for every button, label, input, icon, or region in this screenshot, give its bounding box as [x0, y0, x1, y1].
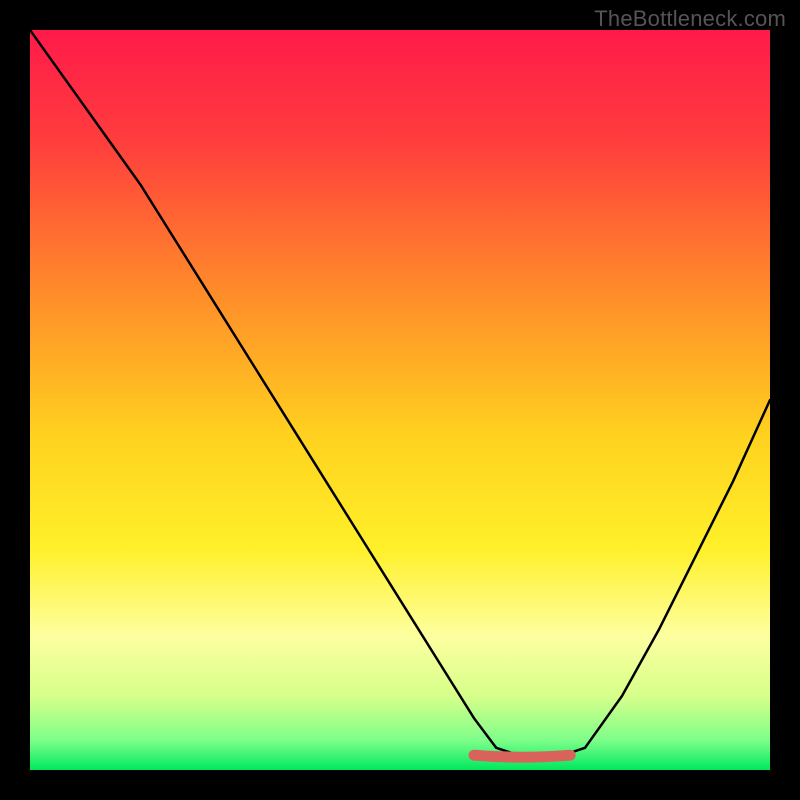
optimal-region-marker	[474, 755, 570, 757]
gradient-background	[30, 30, 770, 770]
watermark-text: TheBottleneck.com	[594, 6, 786, 32]
chart-area	[30, 30, 770, 770]
bottleneck-chart	[30, 30, 770, 770]
